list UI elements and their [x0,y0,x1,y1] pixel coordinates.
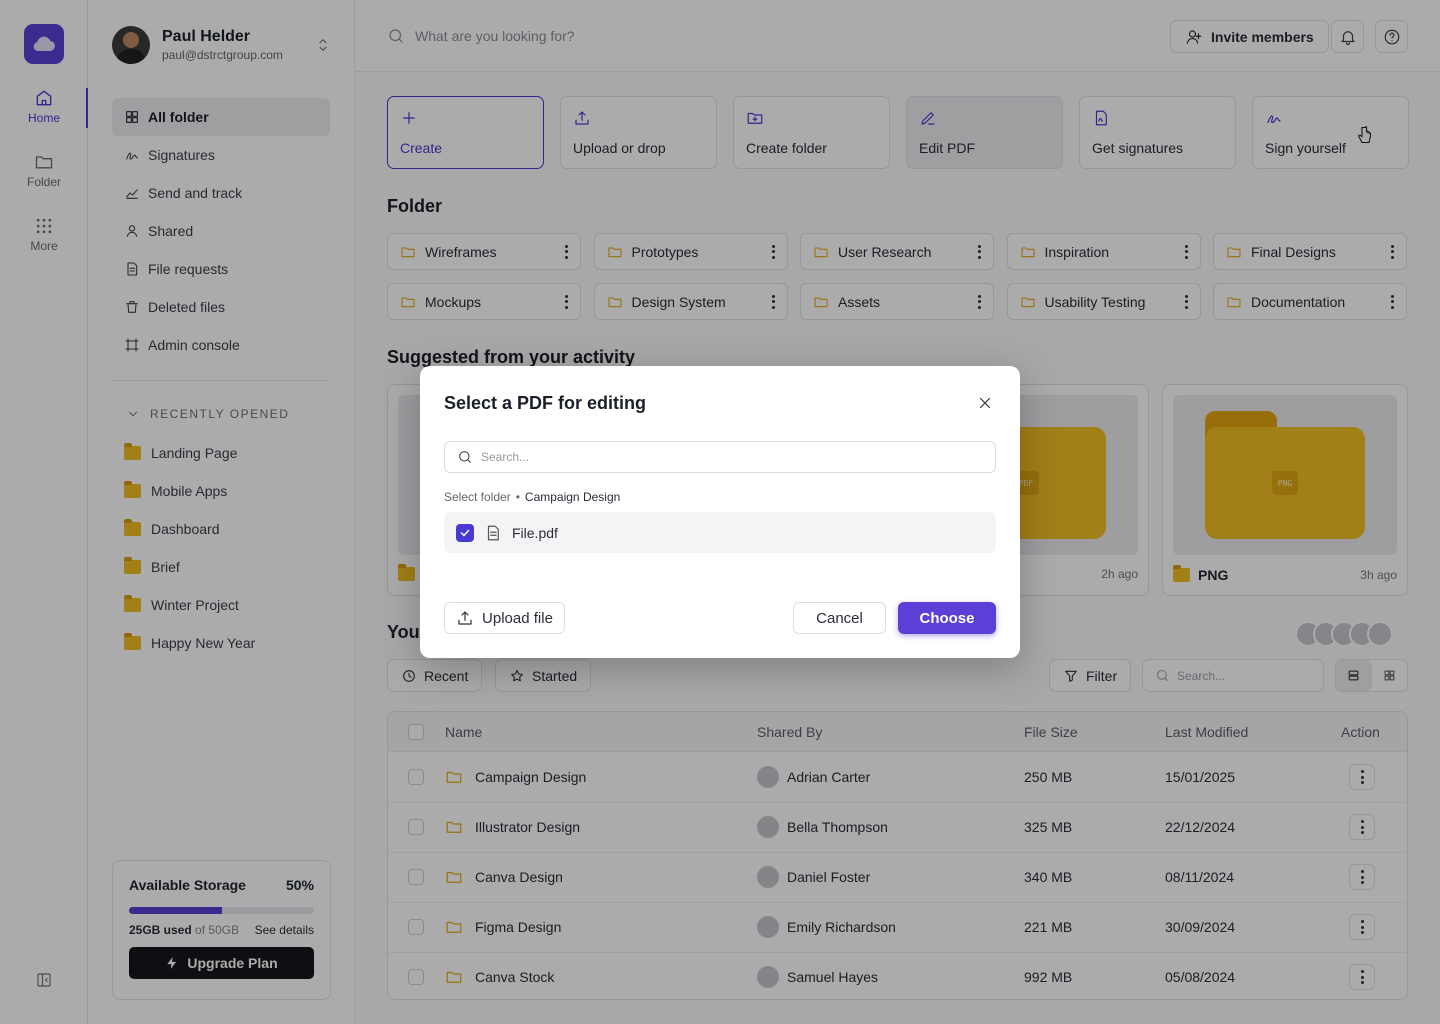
breadcrumb-current: Campaign Design [524,490,621,504]
file-option[interactable]: File.pdf [444,512,996,553]
dialog-search-input[interactable]: Search... [444,441,996,473]
upload-file-button[interactable]: Upload file [444,602,565,634]
choose-button[interactable]: Choose [898,602,996,634]
cancel-button[interactable]: Cancel [793,602,886,634]
breadcrumb-root[interactable]: Select folder [444,490,511,504]
breadcrumb-separator: • [515,490,520,504]
upload-label: Upload file [482,609,553,627]
search-icon [459,451,471,463]
file-name: File.pdf [512,524,558,541]
close-icon[interactable] [976,394,994,412]
dialog-title: Select a PDF for editing [444,393,647,413]
file-checkbox[interactable] [456,523,474,542]
dialog-search-placeholder: Search... [481,450,530,464]
upload-icon [458,611,472,625]
select-pdf-dialog: Select a PDF for editing Search... Selec… [420,366,1020,658]
check-icon [460,529,470,536]
breadcrumb: Select folder • Campaign Design [444,490,620,504]
document-icon [487,525,499,540]
